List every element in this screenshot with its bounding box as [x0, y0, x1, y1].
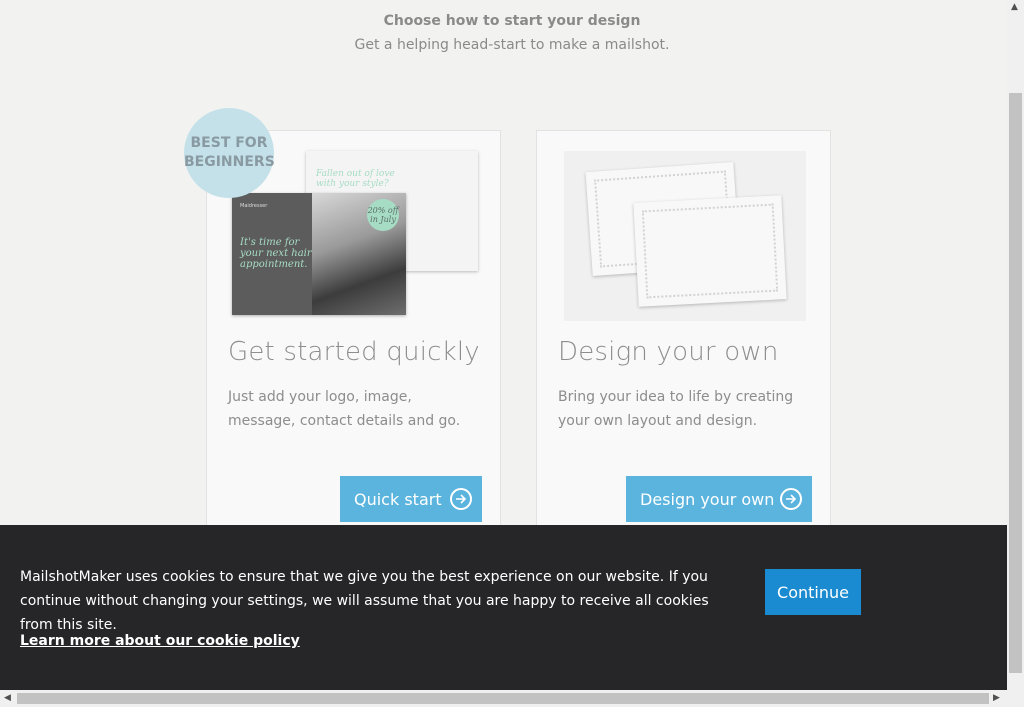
scrollbar-corner — [1007, 690, 1024, 707]
offer-badge: 20% off in July — [367, 199, 399, 231]
design-your-own-description: Bring your idea to life by creating your… — [558, 389, 794, 429]
design-your-own-button[interactable]: Design your own — [626, 476, 812, 522]
quick-start-button[interactable]: Quick start — [340, 476, 482, 522]
page-subtitle: Get a helping head-start to make a mails… — [354, 37, 670, 53]
cookie-policy-link[interactable]: Learn more about our cookie policy — [20, 633, 300, 649]
cookie-message: MailshotMaker uses cookies to ensure tha… — [20, 569, 709, 633]
vertical-scroll-thumb[interactable] — [1009, 93, 1022, 673]
design-your-own-button-label: Design your own — [640, 489, 775, 509]
postcard-brand: Maidresser — [240, 203, 268, 209]
scroll-up-icon[interactable]: ▲ — [1011, 2, 1018, 12]
page-viewport: Choose how to start your design Get a he… — [0, 0, 1007, 690]
arrow-right-icon — [780, 488, 802, 510]
page-title: Choose how to start your design — [383, 13, 641, 29]
arrow-right-icon — [450, 488, 472, 510]
horizontal-scrollbar[interactable]: ◀ ▶ — [0, 690, 1007, 707]
blank-postcard-2 — [633, 195, 787, 307]
horizontal-scroll-thumb[interactable] — [17, 693, 989, 704]
quick-start-description: Just add your logo, image, message, cont… — [228, 389, 461, 429]
cookie-banner: MailshotMaker uses cookies to ensure tha… — [0, 525, 1007, 690]
design-your-own-card[interactable]: Design your own Bring your idea to life … — [536, 130, 831, 550]
quick-start-title: Get started quickly — [228, 337, 480, 367]
postcard-front-text: It's time for your next hair appointment… — [240, 237, 312, 270]
blank-postcards-image — [564, 151, 806, 321]
quick-start-card[interactable]: Fallen out of love with your style? Maid… — [206, 130, 501, 550]
best-for-beginners-badge: BEST FOR BEGINNERS — [184, 108, 275, 198]
vertical-scrollbar[interactable]: ▲ — [1007, 0, 1024, 690]
postcard-back-text: Fallen out of love with your style? — [316, 169, 395, 189]
mailshot-front-image: Maidresser It's time for your next hair … — [232, 193, 406, 315]
quick-start-button-label: Quick start — [354, 489, 442, 509]
badge-line-1: BEST FOR — [190, 135, 268, 151]
badge-line-2: BEGINNERS — [184, 154, 275, 170]
scroll-right-icon[interactable]: ▶ — [993, 693, 1000, 703]
design-your-own-title: Design your own — [558, 337, 779, 367]
continue-button[interactable]: Continue — [765, 569, 861, 615]
scroll-left-icon[interactable]: ◀ — [4, 693, 11, 703]
